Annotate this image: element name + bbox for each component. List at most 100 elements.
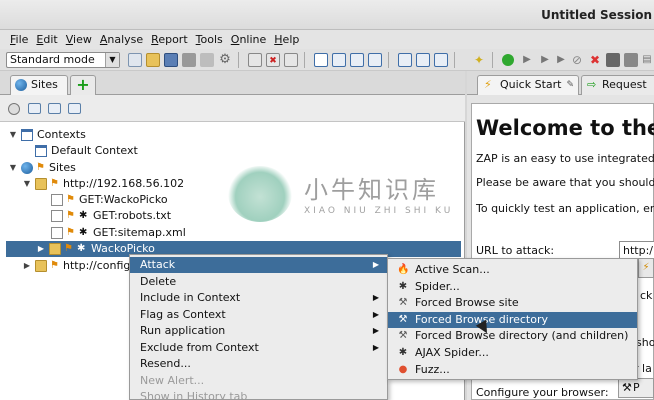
menu-bar: File Edit View Analyse Report Tools Online Help xyxy=(0,30,654,49)
tab-names-icon[interactable] xyxy=(434,53,448,67)
attack-menu-item-active-scan[interactable]: 🔥 Active Scan... xyxy=(388,262,637,278)
menu-item-view[interactable]: View xyxy=(66,33,92,46)
save-session-icon[interactable] xyxy=(164,53,178,67)
context-export-icon[interactable] xyxy=(284,53,298,67)
menu-label-rest: ools xyxy=(200,33,223,46)
menu-item-help[interactable]: Help xyxy=(274,33,299,46)
layout-vertical-icon[interactable] xyxy=(350,53,364,67)
add-tab-button[interactable]: + xyxy=(70,75,96,95)
attack-menu-item-forced-browse-directory-and-children[interactable]: ⚒ Forced Browse directory (and children) xyxy=(388,328,637,344)
menu-label-rest: eport xyxy=(158,33,188,46)
attack-menu-item-fuzz[interactable]: ● Fuzz... xyxy=(388,362,637,378)
import-context-icon[interactable] xyxy=(48,103,61,114)
tab-quick-start[interactable]: ⚡ Quick Start ✎ xyxy=(477,75,579,95)
context-exclude-icon[interactable]: ✖ xyxy=(266,53,280,67)
tree-node-label: GET:sitemap.xml xyxy=(93,226,186,239)
context-menu-item-flag-as-context[interactable]: Flag as Context ▶ xyxy=(130,307,387,323)
chevron-right-icon: ▶ xyxy=(372,309,379,319)
launch-browser-button[interactable]: ⚒ P xyxy=(618,378,654,398)
scissors-icon[interactable]: ✖ xyxy=(588,53,602,67)
layout-tabs-icon[interactable] xyxy=(368,53,382,67)
mode-select[interactable]: Standard mode ▼ xyxy=(6,52,120,68)
toolbar-divider xyxy=(388,52,389,68)
attack-menu-item-label: Fuzz... xyxy=(415,362,450,376)
context-menu-item-label: Resend... xyxy=(140,357,191,370)
menu-mnemonic: V xyxy=(65,33,74,46)
context-menu-item-delete[interactable]: Delete xyxy=(130,274,387,290)
chevron-right-icon: ▶ xyxy=(372,326,379,335)
menu-item-analyse[interactable]: Analyse xyxy=(100,33,143,46)
context-menu-item-exclude-from-context[interactable]: Exclude from Context ▶ xyxy=(130,340,387,356)
spider-icon: ✱ xyxy=(398,280,408,292)
context-menu-item-resend[interactable]: Resend... xyxy=(130,356,387,372)
menu-item-tools[interactable]: Tools xyxy=(196,33,223,46)
gear-icon[interactable]: ⚙ xyxy=(218,53,232,67)
intro-line: To quickly test an application, er xyxy=(476,202,654,215)
script-icon[interactable]: ▤ xyxy=(640,53,654,67)
chevron-right-icon[interactable]: ▶ xyxy=(36,241,46,257)
context-include-icon[interactable] xyxy=(248,53,262,67)
chevron-down-icon[interactable]: ▼ xyxy=(8,127,18,143)
toolbar: Standard mode ▼ ⚙ ✖ ✦ ▶ ▶ ▶ ⊘ ✖ ▤ xyxy=(0,49,654,71)
globe-icon xyxy=(21,162,33,174)
menu-item-edit[interactable]: Edit xyxy=(36,33,57,46)
menu-item-online[interactable]: Online xyxy=(231,33,267,46)
tree-node-label: http://192.168.56.102 xyxy=(63,177,185,190)
page-icon xyxy=(51,194,63,206)
attack-menu-item-label: AJAX Spider... xyxy=(415,346,489,359)
tab-request-label: Request xyxy=(602,78,647,91)
tab-request[interactable]: ⇨ Request xyxy=(581,75,654,95)
break-green-icon[interactable] xyxy=(502,54,514,66)
pin-tabs-icon[interactable] xyxy=(416,53,430,67)
menu-label-rest: dit xyxy=(43,33,58,46)
chevron-right-icon[interactable]: ▶ xyxy=(22,258,32,274)
welcome-heading: Welcome to the xyxy=(476,116,654,140)
new-session-icon[interactable] xyxy=(128,53,142,67)
lightbulb-icon[interactable]: ✦ xyxy=(472,53,486,67)
context-menu-item-label: Flag as Context xyxy=(140,307,226,321)
properties-icon[interactable] xyxy=(200,53,214,67)
context-menu-item-label: Include in Context xyxy=(140,291,241,304)
context-menu-item-run-application[interactable]: Run application ▶ xyxy=(130,323,387,339)
attack-menu-item-ajax-spider[interactable]: ✱ AJAX Spider... xyxy=(388,345,637,361)
no-entry-icon[interactable]: ⊘ xyxy=(570,53,584,67)
circle-icon[interactable] xyxy=(8,103,20,115)
export-context-icon[interactable] xyxy=(68,103,81,114)
layout-full-icon[interactable] xyxy=(314,53,328,67)
folder-icon xyxy=(35,178,47,190)
snapshot-icon[interactable] xyxy=(182,53,196,67)
hammer-icon: ⚒ xyxy=(398,313,408,325)
layout-horizontal-icon[interactable] xyxy=(332,53,346,67)
continue-icon[interactable]: ▶ xyxy=(538,53,552,67)
flag-icon: ⚑ xyxy=(50,260,59,271)
open-session-icon[interactable] xyxy=(146,53,160,67)
mode-select-value: Standard mode xyxy=(10,53,95,66)
context-menu-item-attack[interactable]: Attack ▶ xyxy=(130,257,387,273)
pin-icon[interactable]: ✎ xyxy=(566,76,574,94)
step-icon[interactable]: ▶ xyxy=(520,53,534,67)
manage-icon[interactable] xyxy=(624,53,638,67)
show-tabs-icon[interactable] xyxy=(398,53,412,67)
drop-icon[interactable]: ▶ xyxy=(554,53,568,67)
context-menu-item-include-in-context[interactable]: Include in Context ▶ xyxy=(130,290,387,306)
grid-icon[interactable] xyxy=(606,53,620,67)
tab-sites[interactable]: Sites xyxy=(10,75,68,95)
chevron-down-icon[interactable]: ▼ xyxy=(105,53,119,67)
chevron-right-icon: ▶ xyxy=(372,342,379,352)
menu-item-report[interactable]: Report xyxy=(151,33,187,46)
attack-menu-item-forced-browse-site[interactable]: ⚒ Forced Browse site xyxy=(388,295,637,311)
tree-node-label: GET:WackoPicko xyxy=(79,193,168,206)
attack-button[interactable]: ⚡ xyxy=(638,258,654,278)
menu-label-rest: nalyse xyxy=(107,33,144,46)
chevron-down-icon[interactable]: ▼ xyxy=(22,176,32,192)
context-menu-item-label: Show in History tab xyxy=(140,390,248,400)
chevron-down-icon[interactable]: ▼ xyxy=(8,160,18,176)
menu-item-file[interactable]: File xyxy=(10,33,28,46)
configure-browser-label: Configure your browser: xyxy=(476,386,609,399)
toolbar-divider xyxy=(454,52,455,68)
attack-menu-item-forced-browse-directory[interactable]: ⚒ Forced Browse directory xyxy=(388,311,637,328)
attack-menu-item-spider[interactable]: ✱ Spider... xyxy=(388,279,637,295)
spider-icon: ✱ xyxy=(398,347,408,358)
new-context-icon[interactable] xyxy=(28,103,41,114)
menu-mnemonic: H xyxy=(274,33,283,46)
